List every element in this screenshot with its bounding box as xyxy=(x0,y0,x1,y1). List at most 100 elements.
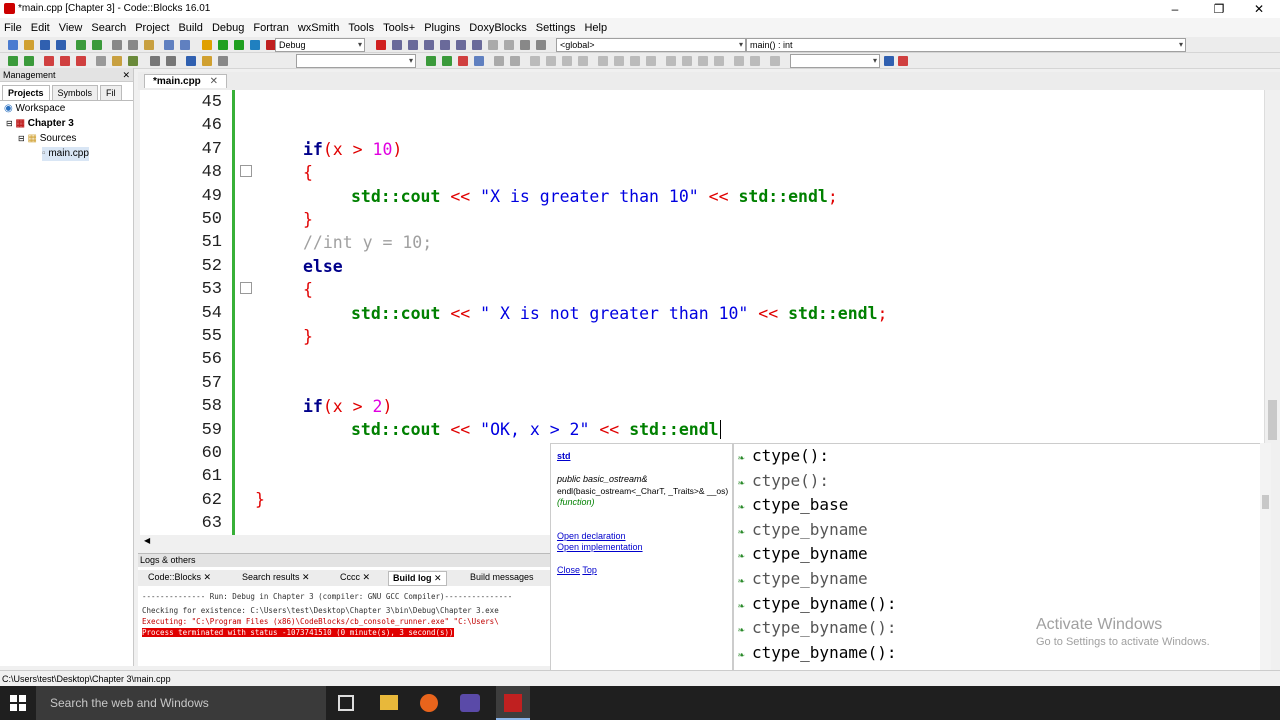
rebuild-icon[interactable] xyxy=(250,40,260,50)
zoom-in-icon[interactable] xyxy=(494,56,504,66)
taskbar-search[interactable]: Search the web and Windows xyxy=(36,686,326,720)
stop-debugger-icon[interactable] xyxy=(504,40,514,50)
menu-wxsmith[interactable]: wxSmith xyxy=(298,22,340,34)
tab-projects[interactable]: Projects xyxy=(2,85,50,100)
replace-icon[interactable] xyxy=(180,40,190,50)
autocomplete-item[interactable]: ❧ ctype(): xyxy=(738,469,829,493)
zoom-out-icon[interactable] xyxy=(510,56,520,66)
open-implementation-link[interactable]: Open implementation xyxy=(557,542,643,552)
menu-debug[interactable]: Debug xyxy=(212,22,244,34)
wx-box-icon[interactable] xyxy=(598,56,608,66)
wx-slider-icon[interactable] xyxy=(770,56,780,66)
match-case-icon[interactable] xyxy=(474,56,484,66)
menu-search[interactable]: Search xyxy=(91,22,126,34)
extract-docs-icon[interactable] xyxy=(202,56,212,66)
codeblocks-taskbar-button[interactable] xyxy=(496,686,530,720)
jump-back-icon[interactable] xyxy=(8,56,18,66)
open-file-icon[interactable] xyxy=(24,40,34,50)
selected-text-icon[interactable] xyxy=(128,56,138,66)
maximize-button[interactable]: ❐ xyxy=(1204,2,1234,16)
wx-static-icon[interactable] xyxy=(646,56,656,66)
debug-windows-icon[interactable] xyxy=(520,40,530,50)
tab-build-log[interactable]: Build log ✕ xyxy=(388,571,447,586)
menu-plugins[interactable]: Plugins xyxy=(424,22,460,34)
top-link[interactable]: Top xyxy=(582,565,597,575)
scrollbar-thumb[interactable] xyxy=(1268,400,1277,440)
fold-marker-icon[interactable] xyxy=(240,165,252,177)
highlight-icon[interactable] xyxy=(112,56,122,66)
wx-sizer-icon[interactable] xyxy=(578,56,588,66)
tab-codeblocks-log[interactable]: Code::Blocks ✕ xyxy=(144,571,215,584)
wx-grid-icon[interactable] xyxy=(614,56,624,66)
undo-icon[interactable] xyxy=(76,40,86,50)
wx-radio-icon[interactable] xyxy=(714,56,724,66)
close-link[interactable]: Close xyxy=(557,565,580,575)
menu-project[interactable]: Project xyxy=(135,22,169,34)
tab-files[interactable]: Fil xyxy=(100,85,122,100)
autocomplete-item[interactable]: ❧ ctype(): xyxy=(738,444,829,468)
autocomplete-item[interactable]: ❧ ctype_byname xyxy=(738,542,868,566)
menu-view[interactable]: View xyxy=(59,22,83,34)
doc-namespace[interactable]: std xyxy=(557,451,571,461)
step-into-instruction-icon[interactable] xyxy=(472,40,482,50)
tree-file-main[interactable]: ▫ main.cpp xyxy=(42,147,89,161)
wx-button-icon[interactable] xyxy=(666,56,676,66)
wx-frame-icon[interactable] xyxy=(530,56,540,66)
fold-marker-icon[interactable] xyxy=(240,282,252,294)
wx-choice-icon[interactable] xyxy=(734,56,744,66)
wx-check-icon[interactable] xyxy=(698,56,708,66)
autocomplete-item[interactable]: ❧ ctype_byname(): xyxy=(738,616,897,640)
run-icon[interactable] xyxy=(218,40,228,50)
app-icon[interactable] xyxy=(460,694,480,712)
redo-icon[interactable] xyxy=(92,40,102,50)
close-icon[interactable]: ✕ xyxy=(204,572,212,582)
tab-main-cpp[interactable]: *main.cpp ✕ xyxy=(144,74,227,88)
step-out-icon[interactable] xyxy=(440,40,450,50)
search-next-icon[interactable] xyxy=(442,56,452,66)
close-icon[interactable]: ✕ xyxy=(122,68,130,82)
collapse-icon[interactable]: ⊟ xyxy=(6,119,13,128)
menu-settings[interactable]: Settings xyxy=(536,22,576,34)
regex-icon[interactable] xyxy=(458,56,468,66)
menu-file[interactable]: File xyxy=(4,22,22,34)
namespace-link[interactable]: std xyxy=(557,451,571,461)
close-icon[interactable]: ✕ xyxy=(302,572,310,582)
file-explorer-icon[interactable] xyxy=(380,695,398,710)
step-into-icon[interactable] xyxy=(424,40,434,50)
wx-text-icon[interactable] xyxy=(682,56,692,66)
toggle-bookmark-icon[interactable] xyxy=(44,56,54,66)
wx-panel-icon[interactable] xyxy=(546,56,556,66)
autocomplete-item[interactable]: ❧ ctype_byname(): xyxy=(738,641,897,665)
run-to-cursor-icon[interactable] xyxy=(392,40,402,50)
windows-start-icon[interactable] xyxy=(10,695,26,711)
autocomplete-item[interactable]: ❧ ctype_base xyxy=(738,493,848,517)
next-line-icon[interactable] xyxy=(408,40,418,50)
open-declaration-link[interactable]: Open declaration xyxy=(557,531,626,541)
tree-folder-sources[interactable]: ⊟ ▦ Sources xyxy=(18,132,76,146)
debug-icon[interactable] xyxy=(376,40,386,50)
menu-fortran[interactable]: Fortran xyxy=(253,22,288,34)
menu-edit[interactable]: Edit xyxy=(31,22,50,34)
task-view-icon[interactable] xyxy=(338,695,354,711)
next-bookmark-icon[interactable] xyxy=(76,56,86,66)
scrollbar-thumb[interactable] xyxy=(1262,495,1269,509)
next-instruction-icon[interactable] xyxy=(456,40,466,50)
function-select[interactable]: main() : int ▾ xyxy=(746,38,1186,52)
tree-workspace[interactable]: ◉ Workspace xyxy=(4,102,65,116)
close-icon[interactable]: ✕ xyxy=(210,76,218,87)
tree-project[interactable]: ⊟ ▦ Chapter 3 xyxy=(6,117,74,131)
autocomplete-item[interactable]: ❧ ctype_byname(): xyxy=(738,592,897,616)
tab-build-messages[interactable]: Build messages xyxy=(466,571,538,583)
firefox-icon[interactable] xyxy=(420,694,438,712)
menu-doxyblocks[interactable]: DoxyBlocks xyxy=(469,22,526,34)
build-target-select[interactable]: Debug ▾ xyxy=(275,38,365,52)
close-icon[interactable]: ✕ xyxy=(363,572,371,582)
prev-bookmark-icon[interactable] xyxy=(60,56,70,66)
wx-dialog-icon[interactable] xyxy=(562,56,572,66)
search-combo[interactable]: ▾ xyxy=(296,54,416,68)
scroll-left-icon[interactable]: ◀ xyxy=(144,536,150,545)
wx-list-icon[interactable] xyxy=(750,56,760,66)
close-button[interactable]: ✕ xyxy=(1244,2,1274,16)
tab-cccc[interactable]: Cccc ✕ xyxy=(336,571,374,584)
editor-horizontal-scrollbar[interactable]: ◀ xyxy=(140,535,550,548)
